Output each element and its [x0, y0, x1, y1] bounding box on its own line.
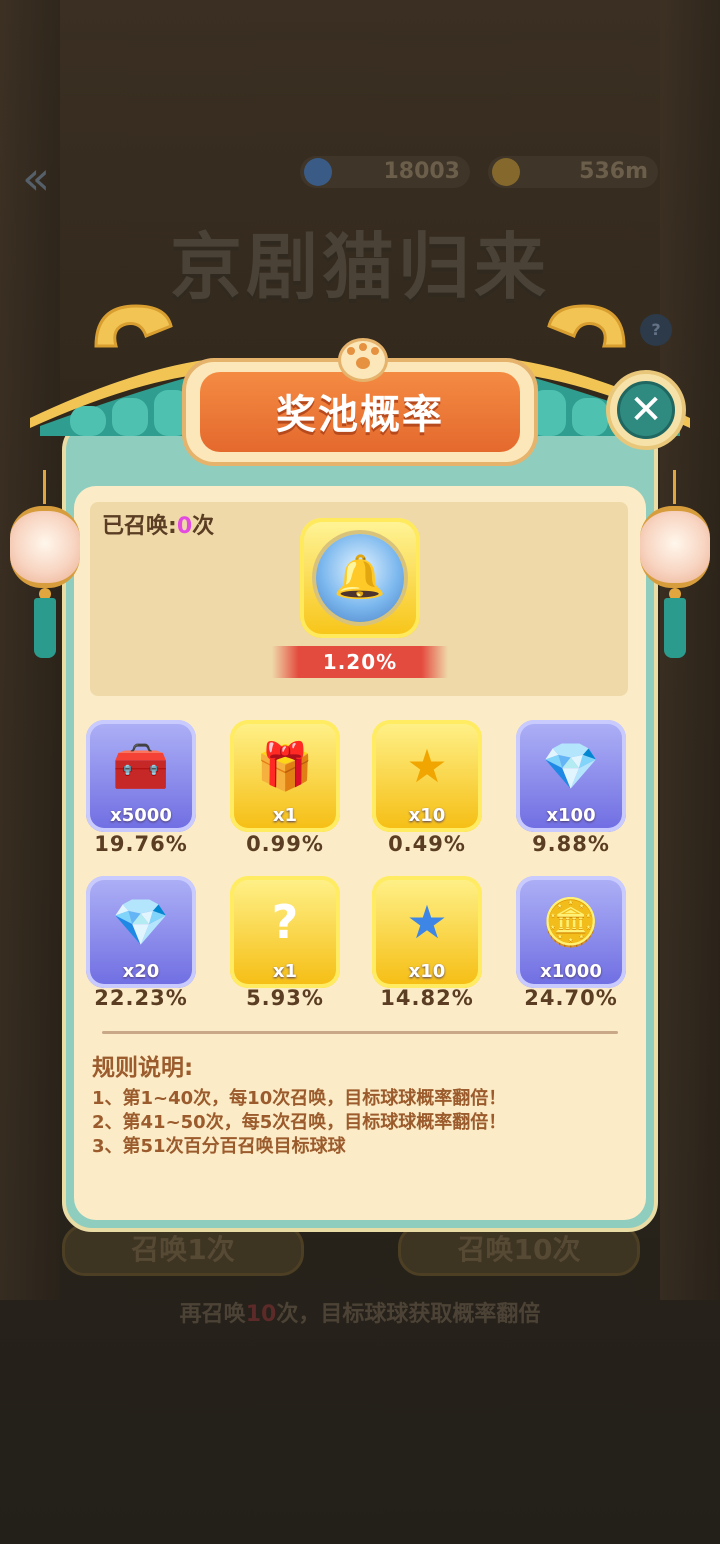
reward-blue-star[interactable]: ★ x10 — [372, 876, 482, 988]
reward-qty: x100 — [546, 805, 596, 826]
reward-mystery-orb[interactable]: ? x1 — [230, 876, 340, 988]
reward-rate: 24.70% — [524, 986, 618, 1010]
reward-gems-100[interactable]: 💎 x100 — [516, 720, 626, 832]
golden-chest-icon: 🎁 — [256, 739, 314, 793]
rule-item: 3、第51次百分百召唤目标球球 — [92, 1136, 346, 1157]
reward-qty: x10 — [408, 805, 446, 826]
divider — [102, 1031, 618, 1034]
mystery-orb-icon: ? — [271, 895, 299, 949]
blue-bell-orb-icon: 🔔 — [316, 534, 404, 622]
reward-rate: 22.23% — [94, 986, 188, 1010]
gem-balance: 18003 — [300, 156, 470, 188]
reward-rate: 14.82% — [380, 986, 474, 1010]
reward-qty: x1 — [272, 961, 298, 982]
reward-rate: 5.93% — [246, 986, 324, 1010]
gold-coins-icon: 🪙 — [542, 895, 600, 949]
gold-star-icon: ★ — [406, 739, 448, 793]
blue-star-icon: ★ — [406, 895, 448, 949]
reward-qty: x10 — [408, 961, 446, 982]
reward-qty: x5000 — [110, 805, 172, 826]
summon-tip-suffix: 次，目标球球获取概率翻倍 — [276, 1302, 541, 1327]
rules-title: 规则说明: — [92, 1055, 194, 1081]
summon-tip: 再召唤10次，目标球球获取概率翻倍 — [0, 1296, 720, 1328]
reward-qty: x1000 — [540, 961, 602, 982]
summon-tip-count: 10 — [245, 1302, 277, 1327]
roof-ridge-right-icon — [547, 304, 626, 348]
reward-gold-star[interactable]: ★ x10 — [372, 720, 482, 832]
modal-title: 奖池概率 — [276, 392, 444, 438]
blue-gems-icon: 💎 — [112, 895, 170, 949]
gem-balance-value: 18003 — [383, 159, 460, 184]
summon-count-label: 已召唤: — [102, 514, 177, 539]
back-arrow-icon: « — [22, 151, 51, 205]
reward-coin-chest[interactable]: 🧰 x5000 — [86, 720, 196, 832]
lantern-left-icon — [10, 470, 80, 660]
blue-gems-icon: 💎 — [542, 739, 600, 793]
reward-rate: 0.49% — [388, 832, 466, 856]
paw-icon — [338, 338, 388, 382]
coin-balance-value: 536m — [579, 159, 648, 184]
coin-icon — [492, 158, 520, 186]
gem-icon — [304, 158, 332, 186]
coin-balance: 536m — [488, 156, 658, 188]
reward-gold-coins[interactable]: 🪙 x1000 — [516, 876, 626, 988]
target-rate: 1.20% — [322, 650, 398, 674]
roof-ridge-left-icon — [94, 304, 173, 348]
summon-tip-prefix: 再召唤 — [179, 1302, 246, 1327]
reward-rate: 0.99% — [246, 832, 324, 856]
summon-count: 已召唤:0次 — [102, 508, 214, 540]
reward-golden-chest[interactable]: 🎁 x1 — [230, 720, 340, 832]
reward-rate: 19.76% — [94, 832, 188, 856]
summon-count-unit: 次 — [192, 514, 215, 539]
rule-item: 1、第1~40次，每10次召唤，目标球球概率翻倍！ — [92, 1088, 507, 1109]
reward-qty: x20 — [122, 961, 160, 982]
reward-rate: 9.88% — [532, 832, 610, 856]
reward-qty: x1 — [272, 805, 298, 826]
reward-gems-20[interactable]: 💎 x20 — [86, 876, 196, 988]
close-icon[interactable]: ✕ — [617, 381, 675, 439]
summon-count-value: 0 — [176, 514, 193, 539]
close-button[interactable]: ✕ — [606, 370, 686, 450]
treasure-chest-coins-icon: 🧰 — [112, 739, 170, 793]
target-reward[interactable]: 🔔 — [300, 518, 420, 638]
lantern-right-icon — [640, 470, 710, 660]
rule-item: 2、第41~50次，每5次召唤，目标球球概率翻倍！ — [92, 1112, 507, 1133]
